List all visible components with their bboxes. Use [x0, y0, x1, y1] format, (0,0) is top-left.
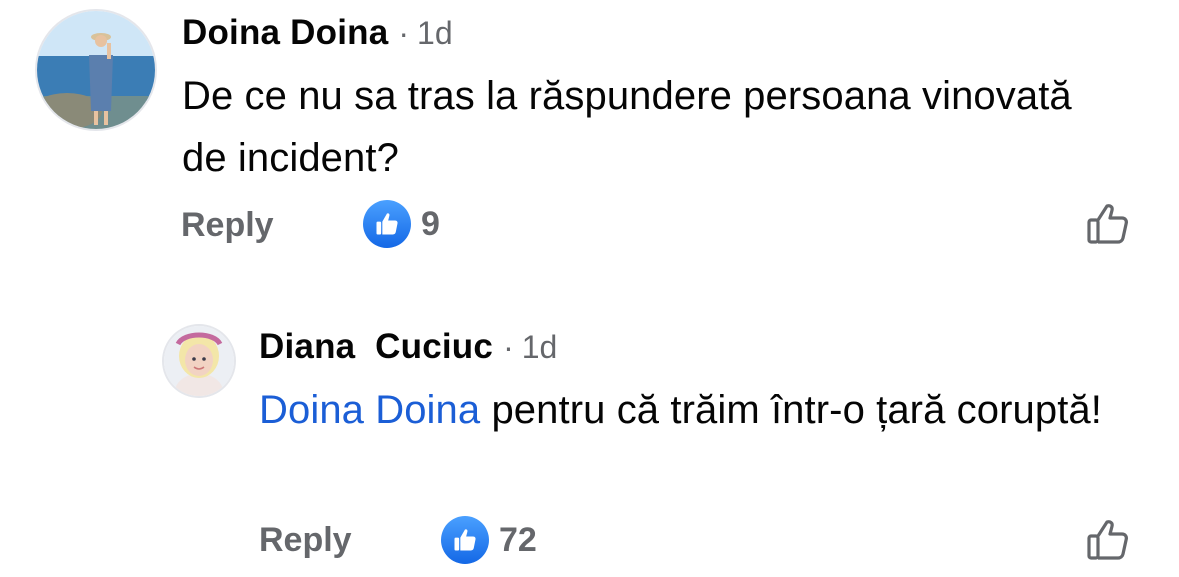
like-icon: [363, 200, 411, 248]
thumbs-up-outline-icon: [1087, 204, 1128, 244]
mention-link[interactable]: Doina Doina: [259, 388, 480, 432]
separator-dot: ·: [398, 15, 410, 51]
reply-button[interactable]: Reply: [259, 521, 352, 560]
like-icon: [441, 516, 489, 564]
reaction-count: 9: [421, 204, 440, 243]
reaction-summary[interactable]: 72: [441, 516, 537, 564]
reaction-count: 72: [499, 520, 537, 559]
separator-dot: ·: [503, 329, 514, 365]
author-name[interactable]: Doina Doina: [182, 13, 388, 53]
thumbs-up-outline-icon: [1087, 520, 1128, 560]
avatar[interactable]: [37, 11, 155, 129]
reply-button[interactable]: Reply: [181, 206, 274, 245]
comment-body: pentru că trăim într-o țară coruptă!: [480, 388, 1102, 432]
avatar[interactable]: [164, 326, 234, 396]
reaction-summary[interactable]: 9: [363, 200, 440, 248]
comment-header: Diana Cuciuc · 1d: [259, 327, 557, 367]
timestamp[interactable]: 1d: [522, 329, 558, 366]
like-button[interactable]: [1084, 200, 1132, 248]
author-name[interactable]: Diana Cuciuc: [259, 327, 493, 367]
avatar-photo: [37, 11, 155, 129]
avatar-photo: [164, 326, 234, 396]
comment-text: De ce nu sa tras la răspundere persoana …: [182, 74, 1072, 180]
comment-text: Doina Doina pentru că trăim într-o țară …: [259, 379, 1139, 441]
timestamp[interactable]: 1d: [417, 15, 453, 52]
comment-header: Doina Doina · 1d: [182, 13, 453, 53]
like-button[interactable]: [1084, 516, 1132, 564]
